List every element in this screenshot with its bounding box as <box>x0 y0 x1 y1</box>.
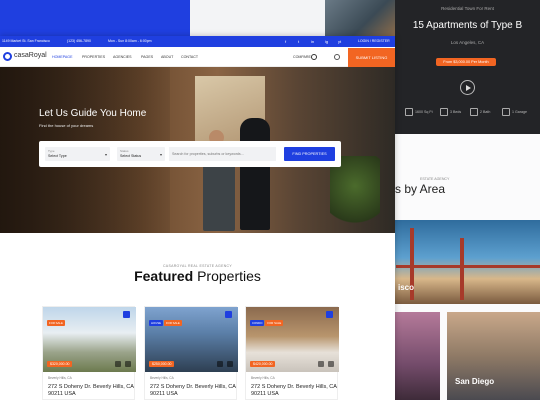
property-card[interactable]: FOR SALE $320,000.00 Beverly Hills, CA 2… <box>42 306 136 400</box>
area-eyebrow: ESTATE AGENCY <box>420 177 450 181</box>
search-input[interactable] <box>169 147 276 161</box>
feature-bath: 2 Bath <box>470 108 490 120</box>
linkedin-icon[interactable]: in <box>311 36 314 47</box>
chevron-down-icon: ▾ <box>159 152 162 157</box>
card-tags: CONDO FOR SALE <box>250 320 284 326</box>
card-address[interactable]: 272 S Doheny Dr. Beverly Hills, CA 90211… <box>48 384 134 398</box>
chevron-down-icon: ▾ <box>104 152 107 157</box>
card-location: Beverly Hills, CA <box>48 376 72 380</box>
card-price: $420,000.00 <box>250 361 276 367</box>
person-figure <box>240 118 270 230</box>
submit-listing-button[interactable]: SUBMIT LISTING <box>348 48 395 67</box>
phone-text: (123) 456-7890 <box>67 39 91 43</box>
hero-title: Let Us Guide You Home <box>39 108 147 119</box>
top-info-bar: 1149 Market St. San Francisco (123) 456-… <box>0 36 395 47</box>
card-location: Beverly Hills, CA <box>150 376 174 380</box>
top-light-strip <box>190 0 325 36</box>
login-link[interactable]: LOGIN / REGISTER <box>358 36 390 47</box>
logo-text[interactable]: casaRoyal <box>14 52 47 59</box>
city-tile-san-diego[interactable] <box>447 312 540 400</box>
bridge-deck <box>396 265 540 268</box>
property-detail-panel: Residential Town For Rent 15 Apartments … <box>395 0 540 134</box>
compare-link[interactable]: COMPARE <box>293 55 311 59</box>
main-nav: casaRoyal HOMEPAGE PROPERTIES AGENCIES P… <box>0 47 395 67</box>
logo-icon[interactable] <box>3 52 12 61</box>
camera-icon[interactable] <box>115 361 121 367</box>
type-select[interactable]: Type Select Type ▾ <box>45 147 110 161</box>
card-address[interactable]: 272 S Doheny Dr. Beverly Hills, CA 90211… <box>150 384 236 398</box>
area-icon <box>405 108 413 116</box>
nav-item-about[interactable]: ABOUT <box>161 55 173 59</box>
type-label: Type <box>48 149 55 153</box>
status-value: Select Status <box>120 154 142 158</box>
address-text: 1149 Market St. San Francisco <box>2 39 50 43</box>
compare-icon[interactable] <box>227 361 233 367</box>
heart-icon[interactable] <box>326 311 333 318</box>
feature-area: 1600 Sq Ft <box>405 108 433 120</box>
bath-icon <box>470 108 478 116</box>
city-label-sf: isco <box>398 283 415 292</box>
status-label: Status <box>120 149 129 153</box>
property-card[interactable]: CONDO FOR SALE $420,000.00 Beverly Hills,… <box>245 306 339 400</box>
youtube-icon[interactable]: yt <box>338 36 341 47</box>
card-tags: HOUSE FOR SALE <box>149 320 182 326</box>
find-properties-button[interactable]: FIND PROPERTIES <box>284 147 335 161</box>
play-video-button[interactable] <box>460 80 475 95</box>
twitter-icon[interactable]: t <box>298 36 299 47</box>
property-card[interactable]: HOUSE FOR SALE $250,000.00 Beverly Hills,… <box>144 306 238 400</box>
hero-subtitle: Find the house of your dreams <box>39 123 94 128</box>
detail-eyebrow: Residential Town For Rent <box>441 6 494 11</box>
area-title: s by Area <box>395 182 446 196</box>
nav-item-homepage[interactable]: HOMEPAGE <box>52 55 73 59</box>
card-address[interactable]: 272 S Doheny Dr. Beverly Hills, CA 90211… <box>251 384 337 398</box>
feature-garage: 1 Garage <box>502 108 527 120</box>
featured-title: Featured Properties <box>134 268 261 284</box>
card-price: $320,000.00 <box>47 361 73 367</box>
nav-item-agencies[interactable]: AGENCIES <box>113 55 132 59</box>
card-location: Beverly Hills, CA <box>251 376 275 380</box>
plant <box>330 156 380 231</box>
instagram-icon[interactable]: ig <box>325 36 328 47</box>
status-select[interactable]: Status Select Status ▾ <box>117 147 165 161</box>
feature-beds: 3 Beds <box>440 108 461 120</box>
building-photo <box>325 0 395 36</box>
city-tile[interactable] <box>395 312 440 400</box>
bridge-tower <box>460 238 464 300</box>
city-tile-san-francisco[interactable] <box>395 220 540 304</box>
main-page: 1149 Market St. San Francisco (123) 456-… <box>0 36 395 400</box>
nav-item-properties[interactable]: PROPERTIES <box>82 55 105 59</box>
type-value: Select Type <box>48 154 67 158</box>
garage-icon <box>502 108 510 116</box>
nav-item-pages[interactable]: PAGES <box>141 55 153 59</box>
compare-icon[interactable] <box>328 361 334 367</box>
price-button[interactable]: From $3,000.00 Per Month <box>436 58 496 66</box>
bed-icon <box>440 108 448 116</box>
compare-icon[interactable] <box>125 361 131 367</box>
card-price: $250,000.00 <box>149 361 175 367</box>
hours-text: Mon - Sun 8:00am - 6:00pm <box>108 39 152 43</box>
camera-icon[interactable] <box>217 361 223 367</box>
detail-location: Los Angeles, CA <box>450 40 485 45</box>
heart-icon[interactable] <box>123 311 130 318</box>
top-blue-strip <box>0 0 190 36</box>
camera-icon[interactable] <box>318 361 324 367</box>
compare-icon[interactable] <box>311 54 317 60</box>
city-label-san-diego: San Diego <box>455 377 495 386</box>
user-icon[interactable] <box>334 54 340 60</box>
card-tags: FOR SALE <box>47 320 65 326</box>
facebook-icon[interactable]: f <box>285 36 286 47</box>
nav-item-contact[interactable]: CONTACT <box>181 55 198 59</box>
detail-title: 15 Apartments of Type B <box>412 20 523 31</box>
heart-icon[interactable] <box>225 311 232 318</box>
